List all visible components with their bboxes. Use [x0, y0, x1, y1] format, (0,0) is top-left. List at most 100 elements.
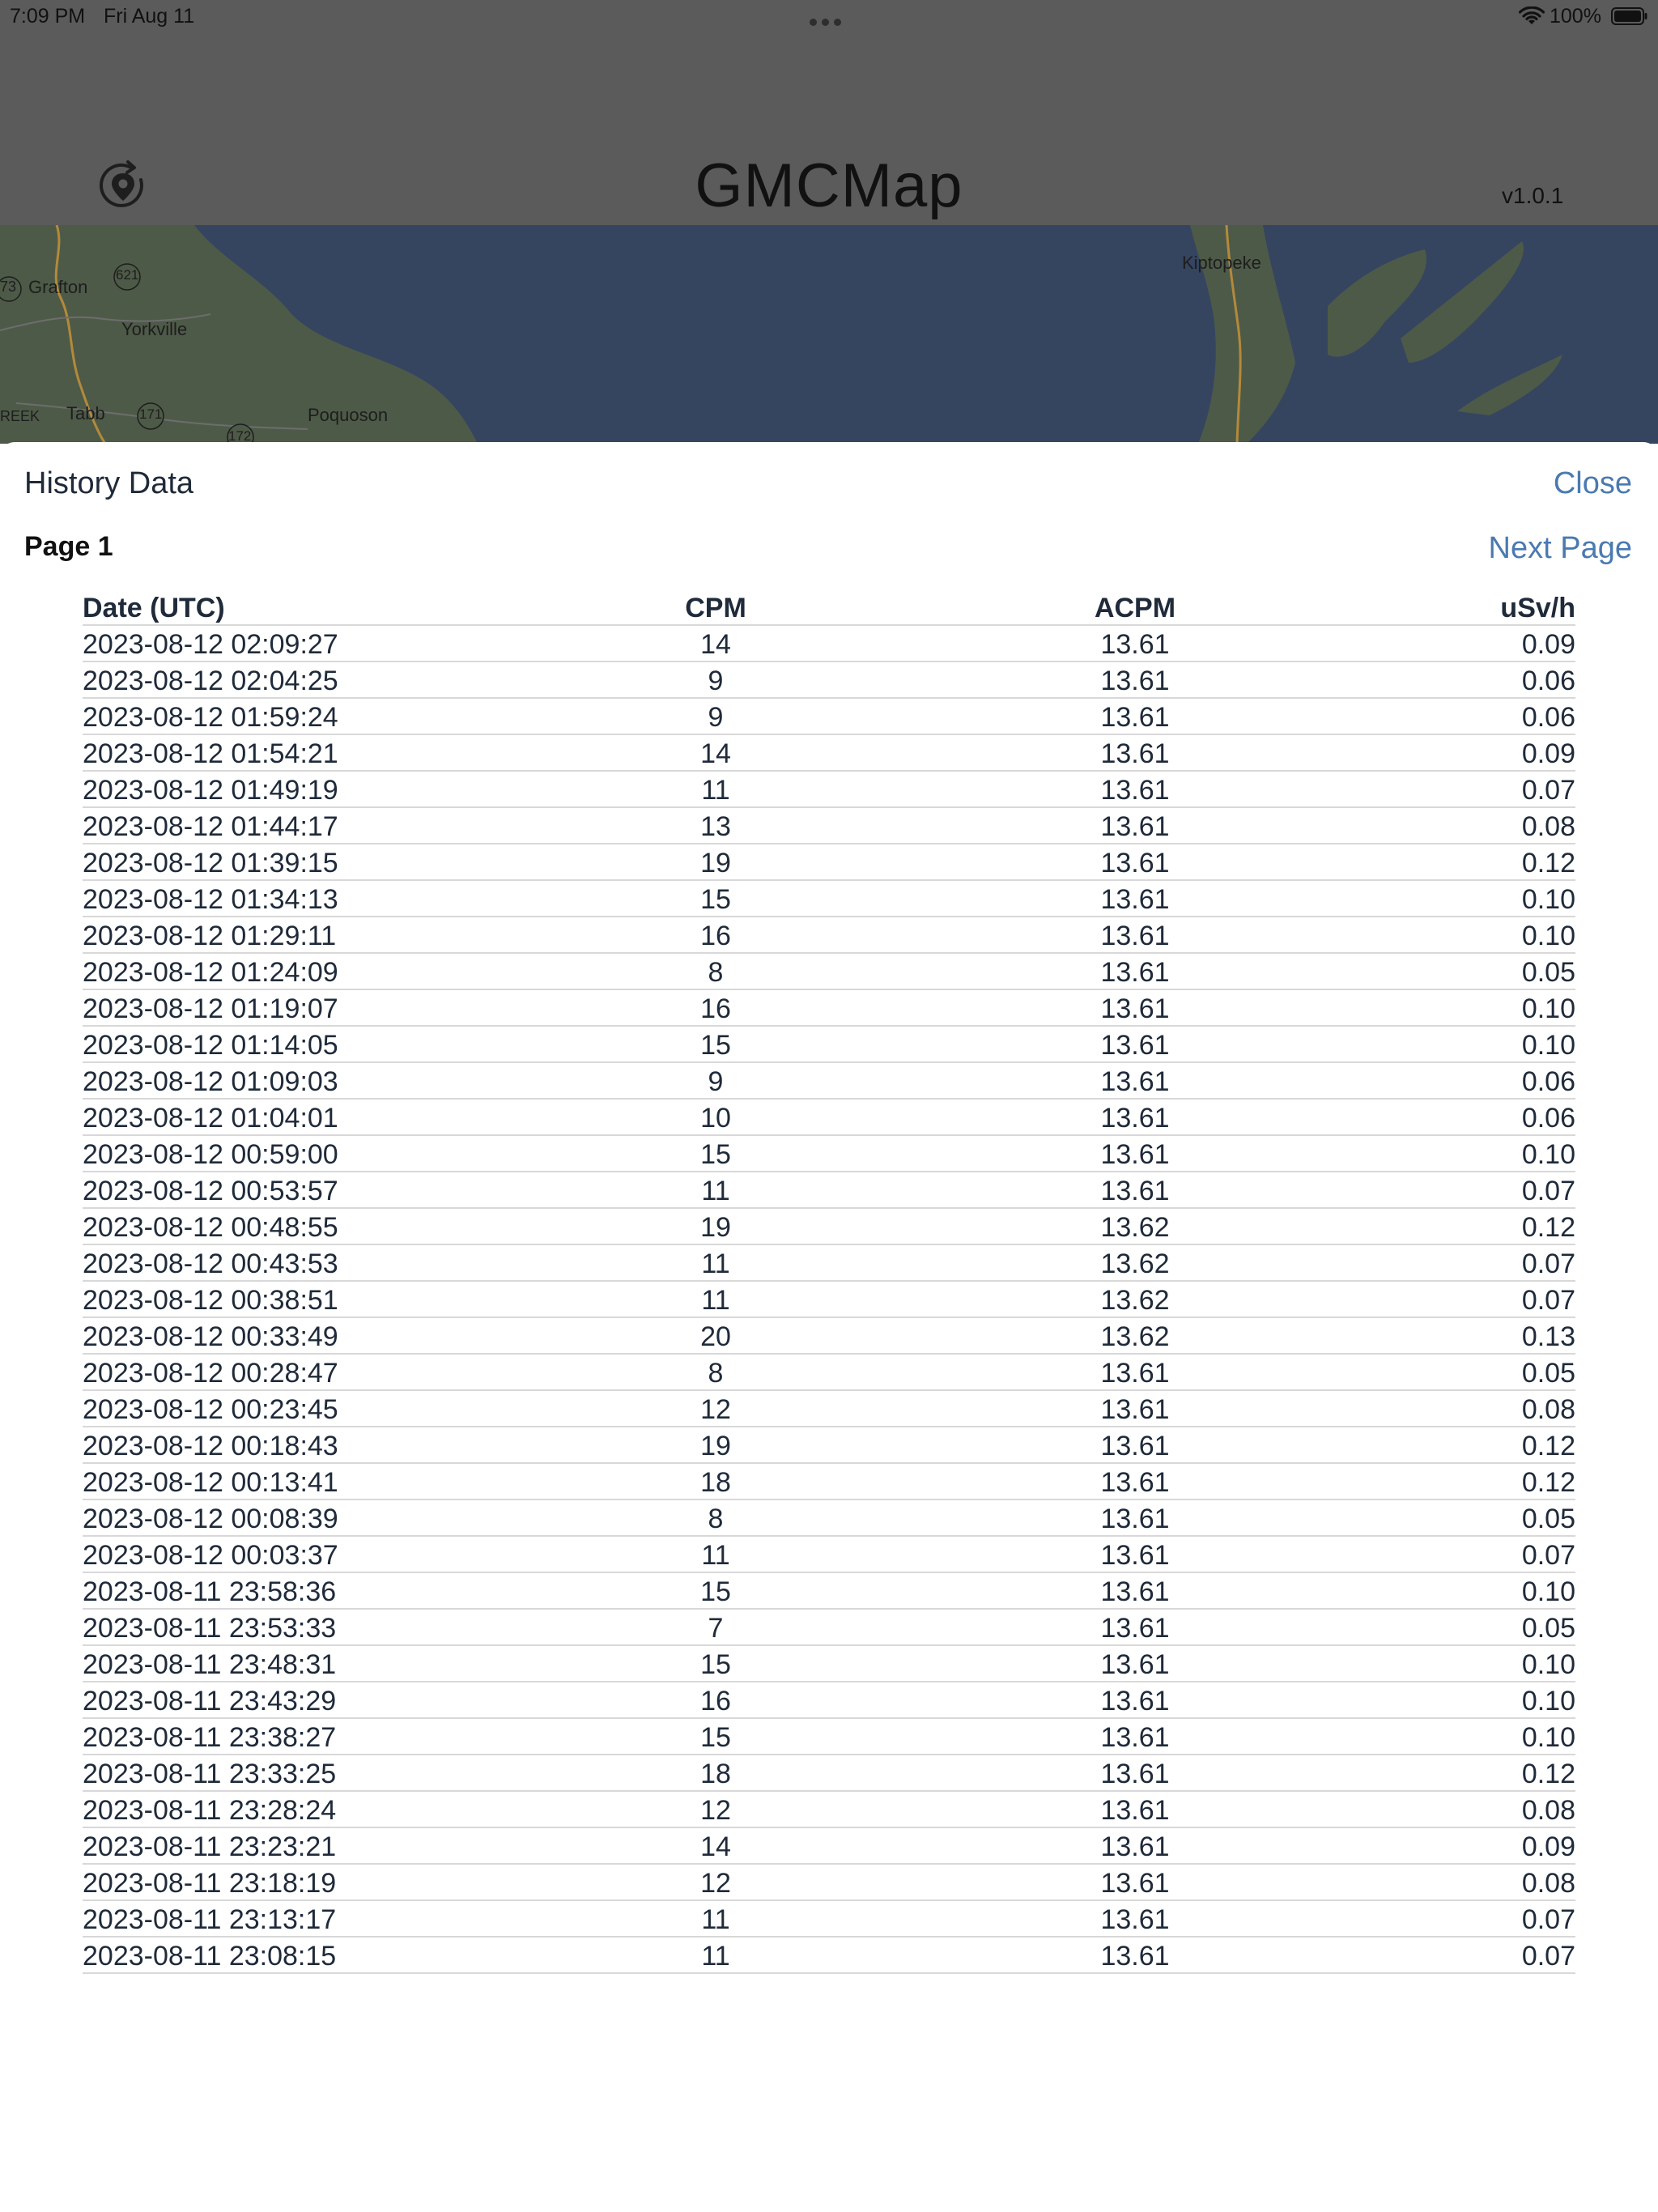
- map-canvas: [0, 225, 1562, 444]
- cell-usvh: 0.10: [1521, 1139, 1575, 1170]
- multitasking-dots-icon[interactable]: [810, 8, 848, 26]
- cell-cpm: 14: [700, 1831, 731, 1862]
- cell-date: 2023-08-12 00:28:47: [83, 1358, 338, 1389]
- cell-date: 2023-08-12 01:59:24: [83, 702, 338, 733]
- table-row: 2023-08-12 00:48:55 19 13.62 0.12: [83, 1209, 1575, 1245]
- map-label-route-73: 73: [0, 279, 17, 295]
- map-view[interactable]: 73 Grafton 621 Yorkville REEK Tabb 171 P…: [0, 225, 1658, 444]
- history-table: Date (UTC) CPM ACPM uSv/h 2023-08-12 02:…: [83, 589, 1575, 1974]
- map-label-creek: REEK: [0, 408, 40, 424]
- cell-usvh: 0.07: [1521, 1176, 1575, 1206]
- cell-acpm: 13.61: [1100, 1759, 1170, 1789]
- cell-cpm: 12: [700, 1868, 731, 1899]
- table-row: 2023-08-12 01:24:09 8 13.61 0.05: [83, 954, 1575, 990]
- cell-cpm: 13: [700, 811, 731, 842]
- cell-acpm: 13.61: [1100, 1467, 1170, 1498]
- table-row: 2023-08-12 01:44:17 13 13.61 0.08: [83, 808, 1575, 844]
- cell-acpm: 13.61: [1100, 1540, 1170, 1571]
- map-label-kiptopeke: Kiptopeke: [1182, 253, 1261, 273]
- cell-acpm: 13.61: [1100, 1795, 1170, 1826]
- cell-acpm: 13.62: [1100, 1321, 1170, 1352]
- cell-date: 2023-08-12 01:04:01: [83, 1103, 338, 1134]
- close-button[interactable]: Close: [1554, 466, 1632, 501]
- table-row: 2023-08-12 02:04:25 9 13.61 0.06: [83, 662, 1575, 699]
- cell-date: 2023-08-12 01:09:03: [83, 1066, 338, 1097]
- table-row: 2023-08-12 01:29:11 16 13.61 0.10: [83, 917, 1575, 954]
- cell-acpm: 13.62: [1100, 1285, 1170, 1316]
- table-row: 2023-08-12 01:34:13 15 13.61 0.10: [83, 881, 1575, 917]
- cell-date: 2023-08-12 01:24:09: [83, 957, 338, 988]
- column-header-date: Date (UTC): [83, 593, 225, 623]
- table-row: 2023-08-11 23:18:19 12 13.61 0.08: [83, 1865, 1575, 1901]
- table-row: 2023-08-12 00:08:39 8 13.61 0.05: [83, 1500, 1575, 1537]
- cell-date: 2023-08-12 00:23:45: [83, 1394, 338, 1425]
- table-row: 2023-08-11 23:38:27 15 13.61 0.10: [83, 1719, 1575, 1755]
- column-header-usvh: uSv/h: [1500, 593, 1575, 623]
- cell-cpm: 7: [708, 1613, 724, 1644]
- cell-cpm: 11: [701, 1249, 730, 1279]
- table-row: 2023-08-12 01:14:05 15 13.61 0.10: [83, 1027, 1575, 1063]
- table-row: 2023-08-12 00:03:37 11 13.61 0.07: [83, 1537, 1575, 1573]
- cell-cpm: 12: [700, 1795, 731, 1826]
- map-label-route-171: 171: [139, 406, 163, 422]
- column-header-acpm: ACPM: [1094, 593, 1176, 623]
- cell-usvh: 0.10: [1521, 1030, 1575, 1061]
- map-label-yorkville: Yorkville: [121, 319, 188, 339]
- table-row: 2023-08-12 00:59:00 15 13.61 0.10: [83, 1136, 1575, 1172]
- cell-cpm: 14: [700, 738, 731, 769]
- cell-cpm: 11: [701, 1176, 730, 1206]
- cell-acpm: 13.61: [1100, 775, 1170, 806]
- cell-date: 2023-08-11 23:53:33: [83, 1613, 337, 1644]
- app-title: GMCMap: [695, 151, 963, 220]
- cell-date: 2023-08-12 02:04:25: [83, 666, 338, 696]
- cell-cpm: 19: [700, 1431, 731, 1461]
- cell-cpm: 20: [700, 1321, 731, 1352]
- cell-date: 2023-08-12 00:43:53: [83, 1249, 338, 1279]
- map-label-route-621: 621: [116, 267, 139, 283]
- table-row: 2023-08-11 23:53:33 7 13.61 0.05: [83, 1610, 1575, 1646]
- cell-acpm: 13.61: [1100, 1941, 1170, 1972]
- cell-date: 2023-08-11 23:08:15: [83, 1941, 337, 1972]
- table-row: 2023-08-12 01:09:03 9 13.61 0.06: [83, 1063, 1575, 1100]
- cell-acpm: 13.61: [1100, 1139, 1170, 1170]
- table-row: 2023-08-12 00:28:47 8 13.61 0.05: [83, 1355, 1575, 1391]
- table-row: 2023-08-12 00:33:49 20 13.62 0.13: [83, 1318, 1575, 1355]
- cell-acpm: 13.61: [1100, 1722, 1170, 1753]
- cell-acpm: 13.61: [1100, 848, 1170, 878]
- cell-date: 2023-08-12 00:13:41: [83, 1467, 338, 1498]
- cell-acpm: 13.61: [1100, 629, 1170, 660]
- column-header-cpm: CPM: [685, 593, 746, 623]
- table-row: 2023-08-11 23:28:24 12 13.61 0.08: [83, 1792, 1575, 1828]
- table-row: 2023-08-12 00:18:43 19 13.61 0.12: [83, 1427, 1575, 1464]
- next-page-button[interactable]: Next Page: [1489, 531, 1632, 566]
- table-row: 2023-08-12 01:04:01 10 13.61 0.06: [83, 1100, 1575, 1136]
- cell-usvh: 0.07: [1521, 1540, 1575, 1571]
- cell-acpm: 13.61: [1100, 1176, 1170, 1206]
- cell-date: 2023-08-12 00:59:00: [83, 1139, 338, 1170]
- cell-date: 2023-08-12 00:33:49: [83, 1321, 338, 1352]
- cell-usvh: 0.08: [1521, 811, 1575, 842]
- cell-acpm: 13.61: [1100, 738, 1170, 769]
- cell-acpm: 13.61: [1100, 1504, 1170, 1534]
- cell-usvh: 0.05: [1521, 1358, 1575, 1389]
- cell-usvh: 0.10: [1521, 1576, 1575, 1607]
- table-row: 2023-08-11 23:43:29 16 13.61 0.10: [83, 1682, 1575, 1719]
- cell-date: 2023-08-12 00:03:37: [83, 1540, 338, 1571]
- status-date: Fri Aug 11: [104, 5, 195, 28]
- cell-date: 2023-08-11 23:28:24: [83, 1795, 337, 1826]
- cell-date: 2023-08-12 01:19:07: [83, 993, 338, 1024]
- table-row: 2023-08-12 00:43:53 11 13.62 0.07: [83, 1245, 1575, 1282]
- cell-cpm: 18: [700, 1759, 731, 1789]
- table-row: 2023-08-12 00:13:41 18 13.61 0.12: [83, 1464, 1575, 1500]
- cell-date: 2023-08-12 01:44:17: [83, 811, 338, 842]
- cell-usvh: 0.05: [1521, 1504, 1575, 1534]
- table-row: 2023-08-12 01:49:19 11 13.61 0.07: [83, 772, 1575, 808]
- cell-usvh: 0.08: [1521, 1394, 1575, 1425]
- table-row: 2023-08-12 01:59:24 9 13.61 0.06: [83, 699, 1575, 735]
- cell-acpm: 13.61: [1100, 1431, 1170, 1461]
- cell-cpm: 11: [701, 1285, 730, 1316]
- cell-cpm: 8: [708, 1358, 724, 1389]
- cell-usvh: 0.10: [1521, 993, 1575, 1024]
- table-row: 2023-08-12 00:53:57 11 13.61 0.07: [83, 1172, 1575, 1209]
- cell-cpm: 15: [700, 1722, 731, 1753]
